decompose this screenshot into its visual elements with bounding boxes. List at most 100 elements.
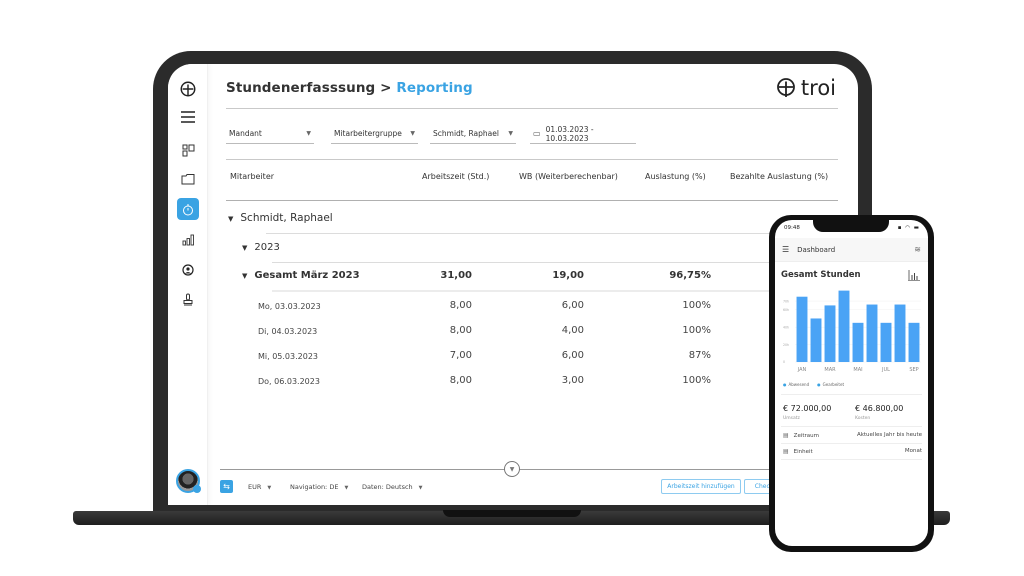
calendar-icon: ▭ xyxy=(533,129,541,138)
y-tick-label: 70h xyxy=(783,299,789,303)
einheit-value: Monat xyxy=(904,448,922,454)
settings-toggle-button[interactable]: ⇆ xyxy=(220,480,233,493)
column-header-arbeitszeit[interactable]: Arbeitszeit (Std.) xyxy=(422,172,489,181)
table-row[interactable]: Mi, 05.03.2023 7,00 6,00 87% xyxy=(226,350,838,366)
navigation-language-select[interactable]: Navigation: DE ▼ xyxy=(290,483,348,491)
column-header-mitarbeiter[interactable]: Mitarbeiter xyxy=(230,172,274,181)
chart-legend: ● Abwesend ● Gearbeitet xyxy=(783,382,844,387)
zeitraum-row[interactable]: ▤ Zeitraum Aktuelles Jahr bis heute xyxy=(783,432,922,439)
table-header: Mitarbeiter Arbeitszeit (Std.) WB (Weite… xyxy=(226,172,838,186)
legend-item-gearbeitet: ● Gearbeitet xyxy=(817,382,845,387)
filter-settings-icon[interactable]: ≋ xyxy=(914,245,921,254)
x-tick-label: JAN xyxy=(797,367,807,373)
footer-divider xyxy=(220,469,858,470)
caret-down-icon: ▼ xyxy=(267,485,272,491)
divider xyxy=(781,443,922,444)
month-total-row[interactable]: ▼ Gesamt März 2023 31,00 19,00 96,75% xyxy=(226,270,838,292)
avatar[interactable] xyxy=(176,469,201,493)
divider xyxy=(226,159,838,160)
x-tick-label: MAR xyxy=(824,367,836,373)
table-row[interactable]: Mo, 03.03.2023 8,00 6,00 100% xyxy=(226,300,838,316)
day-arbeitszeit: 7,00 xyxy=(449,350,472,361)
currency-select[interactable]: EUR ▼ xyxy=(248,483,271,491)
breadcrumb-current: Reporting xyxy=(396,80,473,96)
date-range-picker[interactable]: ▭ 01.03.2023 - 10.03.2023 xyxy=(530,124,636,144)
day-wb: 3,00 xyxy=(561,375,584,386)
user-circle-icon[interactable] xyxy=(177,259,199,281)
day-date: Di, 04.03.2023 xyxy=(258,327,318,336)
x-tick-label: JUL xyxy=(881,367,890,373)
day-auslastung: 100% xyxy=(682,300,711,311)
bar-apr xyxy=(838,290,850,362)
caret-down-icon: ▼ xyxy=(410,130,415,137)
day-arbeitszeit: 8,00 xyxy=(449,325,472,336)
bar-jan xyxy=(796,296,808,362)
table-row[interactable]: Di, 04.03.2023 8,00 4,00 100% xyxy=(226,325,838,341)
status-icons: ▪ ◠ ▬ xyxy=(897,225,920,231)
caret-down-icon: ▼ xyxy=(508,130,513,137)
chart-type-icon[interactable] xyxy=(908,270,920,283)
mitarbeiter-select[interactable]: Schmidt, Raphael ▼ xyxy=(430,124,516,144)
phone-header-title: Dashboard xyxy=(797,245,836,254)
bar-aug xyxy=(894,304,906,362)
einheit-label: Einheit xyxy=(793,449,813,455)
breadcrumb-separator: > xyxy=(380,80,392,96)
employee-name: Schmidt, Raphael xyxy=(240,212,333,224)
kosten-label: Kosten xyxy=(855,416,871,421)
status-dot xyxy=(193,485,201,493)
zeitraum-value: Aktuelles Jahr bis heute xyxy=(856,432,922,438)
triangle-down-icon[interactable]: ▼ xyxy=(242,272,247,280)
phone-notch xyxy=(813,220,889,232)
column-header-wb[interactable]: WB (Weiterberechenbar) xyxy=(519,172,618,181)
zeitraum-label: Zeitraum xyxy=(793,433,819,439)
laptop-notch xyxy=(443,510,581,517)
breadcrumb-parent[interactable]: Stundenerfasssung xyxy=(226,80,375,96)
day-arbeitszeit: 8,00 xyxy=(449,300,472,311)
day-auslastung: 100% xyxy=(682,375,711,386)
y-tick-label: 40h xyxy=(783,325,789,329)
column-header-bezahlte-auslastung[interactable]: Bezahlte Auslastung (%) xyxy=(730,172,828,181)
triangle-down-icon[interactable]: ▼ xyxy=(242,244,247,252)
kosten-value: € 46.800,00 xyxy=(855,404,904,413)
caret-down-icon: ▼ xyxy=(418,485,423,491)
folder-icon[interactable] xyxy=(177,168,199,190)
employee-group-row[interactable]: ▼ Schmidt, Raphael xyxy=(226,212,838,234)
month-label: Gesamt März 2023 xyxy=(254,270,360,281)
divider xyxy=(226,200,838,201)
bar-chart-icon[interactable] xyxy=(177,229,199,251)
chevron-down-icon: ▼ xyxy=(509,465,515,473)
data-language-select[interactable]: Daten: Deutsch ▼ xyxy=(362,483,423,491)
day-wb: 4,00 xyxy=(561,325,584,336)
divider xyxy=(781,459,922,460)
navigation-language-value: Navigation: DE xyxy=(290,483,339,491)
mitarbeiter-label: Schmidt, Raphael xyxy=(433,129,499,138)
month-arbeitszeit: 31,00 xyxy=(440,270,472,281)
mitarbeitergruppe-select[interactable]: Mitarbeitergruppe ▼ xyxy=(331,124,418,144)
menu-icon[interactable] xyxy=(177,106,199,128)
add-time-button[interactable]: Arbeitszeit hinzufügen xyxy=(661,479,741,494)
y-tick-label: 20h xyxy=(783,343,789,347)
day-date: Mo, 03.03.2023 xyxy=(258,302,321,311)
bar-feb xyxy=(810,318,822,362)
day-date: Mi, 05.03.2023 xyxy=(258,352,319,361)
menu-icon[interactable]: ☰ xyxy=(782,245,789,254)
divider xyxy=(781,426,922,427)
triangle-down-icon[interactable]: ▼ xyxy=(228,215,233,223)
y-tick-label: 60h xyxy=(783,308,789,312)
day-arbeitszeit: 8,00 xyxy=(449,375,472,386)
hours-bar-chart: 0 20h 40h 60h 70h JAN MAR MAI JUL SEP xyxy=(783,290,921,373)
bar-mai xyxy=(852,322,864,362)
stamp-icon[interactable] xyxy=(177,288,199,310)
date-range-value: 01.03.2023 - 10.03.2023 xyxy=(545,124,594,143)
status-time: 09:48 xyxy=(784,225,800,231)
stopwatch-icon[interactable] xyxy=(177,198,199,220)
column-header-auslastung[interactable]: Auslastung (%) xyxy=(645,172,706,181)
logo-icon[interactable] xyxy=(177,78,199,100)
phone-header: ☰ Dashboard ≋ xyxy=(775,238,928,262)
collapse-chevron-button[interactable]: ▼ xyxy=(504,461,520,477)
mandant-select[interactable]: Mandant ▼ xyxy=(226,124,314,144)
table-row[interactable]: Do, 06.03.2023 8,00 3,00 100% xyxy=(226,375,838,391)
dashboard-icon[interactable] xyxy=(177,139,199,161)
year-group-row[interactable]: ▼ 2023 xyxy=(226,242,838,264)
einheit-row[interactable]: ▤ Einheit Monat xyxy=(783,448,922,455)
